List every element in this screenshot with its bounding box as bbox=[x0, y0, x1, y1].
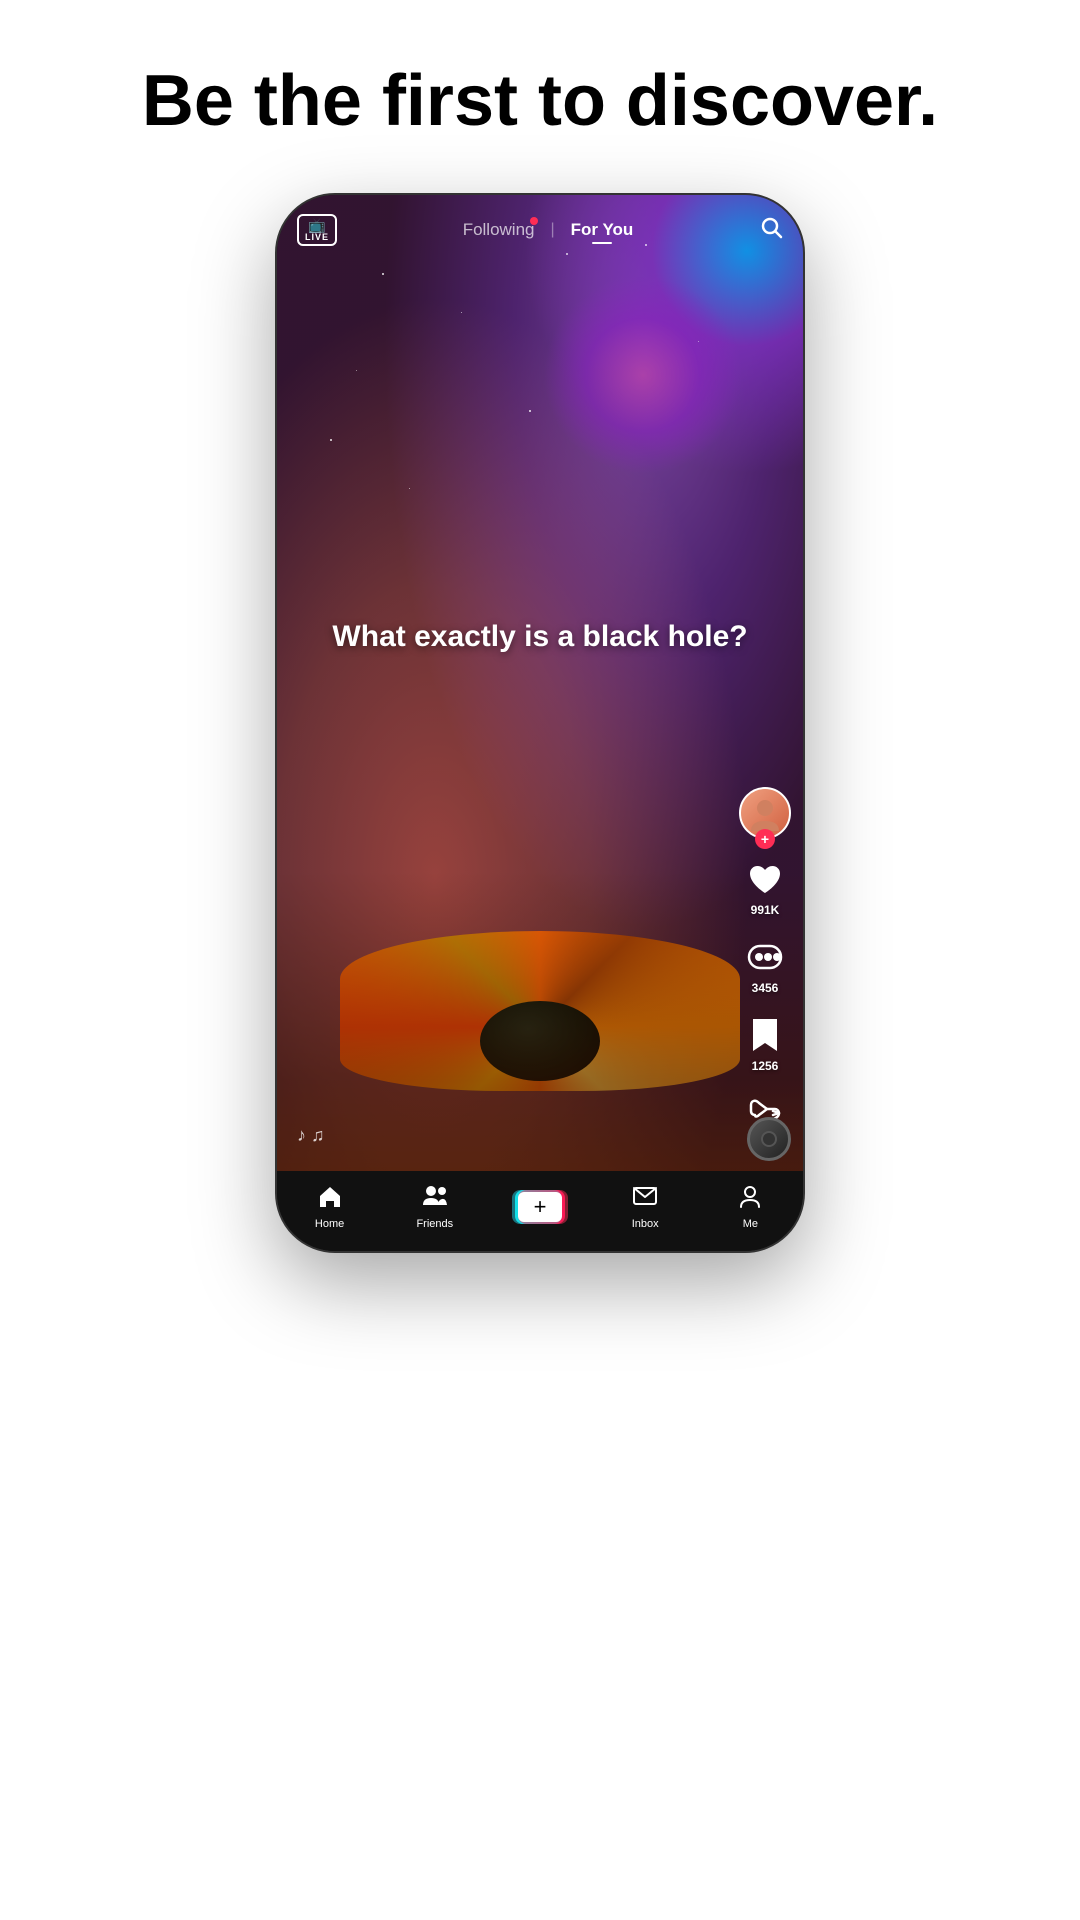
friends-icon bbox=[421, 1183, 449, 1214]
music-disc[interactable] bbox=[747, 1117, 791, 1161]
video-background bbox=[277, 195, 803, 1171]
nav-inbox[interactable]: Inbox bbox=[593, 1183, 698, 1230]
nav-tabs: Following | For You bbox=[463, 220, 634, 240]
dust-overlay bbox=[277, 871, 803, 1171]
search-button[interactable] bbox=[759, 215, 783, 245]
nav-inbox-label: Inbox bbox=[632, 1218, 659, 1230]
nav-create[interactable]: + bbox=[487, 1190, 592, 1224]
comment-count: 3456 bbox=[752, 981, 779, 995]
live-badge[interactable]: 📺 LIVE bbox=[297, 214, 337, 246]
create-button[interactable]: + bbox=[515, 1190, 565, 1224]
nav-me-label: Me bbox=[743, 1218, 758, 1230]
save-count: 1256 bbox=[752, 1059, 779, 1073]
music-disc-inner bbox=[761, 1131, 777, 1147]
home-icon bbox=[317, 1183, 343, 1214]
phone-shell: 📺 LIVE Following | For You What exactly … bbox=[275, 193, 805, 1253]
bottom-nav: Home Friends + bbox=[277, 1171, 803, 1251]
like-button[interactable]: 991K bbox=[743, 857, 787, 917]
page-tagline: Be the first to discover. bbox=[82, 60, 998, 143]
nav-friends-label: Friends bbox=[416, 1218, 453, 1230]
nav-divider: | bbox=[551, 221, 555, 239]
heart-icon bbox=[743, 857, 787, 901]
tab-following[interactable]: Following bbox=[463, 220, 535, 240]
me-icon bbox=[737, 1183, 763, 1214]
nav-friends[interactable]: Friends bbox=[382, 1183, 487, 1230]
comment-button[interactable]: 3456 bbox=[743, 935, 787, 995]
inbox-icon bbox=[632, 1183, 658, 1214]
nav-home-label: Home bbox=[315, 1218, 344, 1230]
video-title: What exactly is a black hole? bbox=[277, 617, 803, 656]
follow-button[interactable]: + bbox=[755, 829, 775, 849]
top-nav: 📺 LIVE Following | For You bbox=[277, 195, 803, 265]
bookmark-icon bbox=[743, 1013, 787, 1057]
live-dot bbox=[530, 217, 538, 225]
like-count: 991K bbox=[751, 903, 780, 917]
music-note-icon: ♪ ♫ bbox=[297, 1125, 325, 1146]
nebula-pink bbox=[543, 275, 743, 475]
save-button[interactable]: 1256 bbox=[743, 1013, 787, 1073]
nav-home[interactable]: Home bbox=[277, 1183, 382, 1230]
plus-icon: + bbox=[518, 1192, 562, 1222]
nav-me[interactable]: Me bbox=[698, 1183, 803, 1230]
live-text: LIVE bbox=[305, 232, 329, 242]
creator-avatar-container[interactable]: + bbox=[739, 787, 791, 839]
right-sidebar: + 991K 3456 bbox=[739, 787, 791, 1151]
tab-for-you[interactable]: For You bbox=[571, 220, 634, 240]
comment-icon bbox=[743, 935, 787, 979]
tv-icon: 📺 bbox=[308, 218, 325, 232]
